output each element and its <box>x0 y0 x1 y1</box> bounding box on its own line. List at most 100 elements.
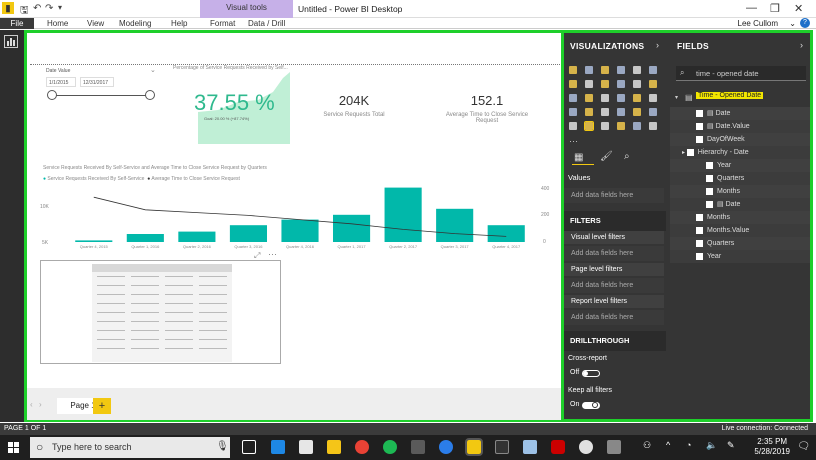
field-item[interactable]: Year <box>670 159 810 172</box>
fields-tab-icon[interactable]: ▦ <box>574 152 583 163</box>
visual-type-icon[interactable] <box>569 122 577 130</box>
pen-icon[interactable]: ✎ <box>727 440 735 451</box>
slicer-end-date[interactable]: 12/31/2017 <box>80 77 114 87</box>
file-explorer-icon[interactable] <box>327 440 341 454</box>
redo-icon[interactable]: ↷ <box>45 3 53 14</box>
spotify-icon[interactable] <box>383 440 397 454</box>
visual-type-icon[interactable] <box>601 94 609 102</box>
visual-type-icon[interactable] <box>633 94 641 102</box>
app-icon-4[interactable] <box>523 440 537 454</box>
visual-type-icon[interactable] <box>633 122 641 130</box>
undo-icon[interactable]: ↶ <box>33 3 41 14</box>
bar-7[interactable] <box>436 208 474 242</box>
visual-type-icon[interactable] <box>569 94 577 102</box>
app-icon-3[interactable] <box>495 440 509 454</box>
bar-8[interactable] <box>487 225 525 242</box>
page-level-filters[interactable]: Page level filters <box>564 263 664 277</box>
field-item[interactable]: ▸ Hierarchy - Date <box>670 146 810 159</box>
visual-type-icon[interactable] <box>569 66 577 74</box>
microphone-icon[interactable]: 🎙 <box>216 441 229 452</box>
collapse-viz-icon[interactable]: › <box>656 40 659 50</box>
prev-page-icon[interactable]: ‹ <box>30 400 33 409</box>
app-icon-6[interactable] <box>579 440 593 454</box>
bar-0[interactable] <box>75 240 113 242</box>
task-view-icon[interactable] <box>242 440 256 454</box>
tab-home[interactable]: Home <box>47 18 68 29</box>
slicer-start-handle[interactable] <box>47 90 57 100</box>
edge-icon[interactable] <box>271 440 285 454</box>
values-well[interactable]: Add data fields here <box>564 188 664 204</box>
fields-search-input[interactable]: time - opened date <box>676 66 806 81</box>
expand-table-icon[interactable]: ▾ <box>675 94 678 101</box>
page-filters-well[interactable]: Add data fields here <box>564 278 664 294</box>
field-item[interactable]: Quarters <box>670 172 810 185</box>
field-checkbox[interactable] <box>706 174 713 182</box>
app-icon-7[interactable] <box>607 440 621 454</box>
visual-type-icon[interactable] <box>617 94 625 102</box>
taskbar-search-input[interactable]: Type here to search <box>30 437 230 458</box>
tab-data-drill[interactable]: Data / Drill <box>248 18 285 29</box>
user-name[interactable]: Lee Cullom <box>738 18 778 29</box>
format-tab-icon[interactable]: 🖌 <box>600 151 613 162</box>
report-filters-well[interactable]: Add data fields here <box>564 310 664 326</box>
tab-modeling[interactable]: Modeling <box>119 18 151 29</box>
report-level-filters[interactable]: Report level filters <box>564 295 664 309</box>
tray-up-icon[interactable]: ^ <box>666 440 670 450</box>
field-item[interactable]: ▤ Date <box>670 198 810 211</box>
bar-6[interactable] <box>384 187 422 242</box>
field-item[interactable]: DayOfWeek <box>670 133 810 146</box>
visual-type-icon[interactable] <box>649 108 657 116</box>
visual-type-icon[interactable] <box>617 122 625 130</box>
analytics-tab-icon[interactable]: ⌕ <box>624 151 630 162</box>
field-checkbox[interactable] <box>696 135 703 143</box>
visual-type-icon[interactable] <box>633 80 641 88</box>
add-page-button[interactable]: + <box>93 398 111 414</box>
people-icon[interactable]: ⚇ <box>643 440 651 451</box>
field-checkbox[interactable] <box>696 213 703 221</box>
bar-5[interactable] <box>332 214 371 242</box>
bar-3[interactable] <box>229 225 268 242</box>
visual-level-filters[interactable]: Visual level filters <box>564 231 664 245</box>
visual-type-icon[interactable] <box>601 66 609 74</box>
visual-type-icon[interactable] <box>601 108 609 116</box>
slicer-start-date[interactable]: 1/1/2015 <box>46 77 76 87</box>
close-icon[interactable]: ✕ <box>794 2 803 15</box>
visual-type-icon[interactable] <box>649 80 657 88</box>
bar-1[interactable] <box>126 234 164 242</box>
field-item[interactable]: Months <box>670 185 810 198</box>
volume-icon[interactable]: 🔈 <box>706 440 717 451</box>
visual-type-icon[interactable] <box>633 108 641 116</box>
visual-type-icon[interactable] <box>633 66 641 74</box>
taskbar-clock[interactable]: 2:35 PM 5/28/2019 <box>754 437 790 457</box>
visual-type-icon[interactable] <box>569 80 577 88</box>
field-checkbox[interactable] <box>696 239 703 247</box>
chrome-icon[interactable] <box>355 440 369 454</box>
field-item[interactable]: ▤ Date <box>670 107 810 120</box>
more-visuals-icon[interactable]: ··· <box>569 136 578 146</box>
chevron-down-icon[interactable]: ⌄ <box>789 18 796 29</box>
report-view-icon[interactable] <box>4 35 18 48</box>
notifications-icon[interactable]: 🗨 <box>797 441 810 452</box>
tab-help[interactable]: Help <box>171 18 187 29</box>
minimize-icon[interactable]: — <box>746 2 757 14</box>
app-icon-1[interactable] <box>411 440 425 454</box>
tab-view[interactable]: View <box>87 18 104 29</box>
cross-report-toggle[interactable] <box>582 370 600 377</box>
visual-type-icon[interactable] <box>569 108 577 116</box>
bar-2[interactable] <box>178 231 216 242</box>
field-checkbox[interactable] <box>706 187 713 195</box>
collapse-fields-icon[interactable]: › <box>800 40 803 50</box>
field-checkbox[interactable] <box>696 122 703 130</box>
field-checkbox[interactable] <box>696 252 703 260</box>
app-icon-5[interactable] <box>551 440 565 454</box>
field-item[interactable]: Months.Value <box>670 224 810 237</box>
slicer-dropdown-icon[interactable]: ⌄ <box>150 66 156 74</box>
visual-type-icon[interactable] <box>601 122 609 130</box>
visual-filters-well[interactable]: Add data fields here <box>564 246 664 262</box>
field-checkbox[interactable] <box>696 109 703 117</box>
field-item[interactable]: Year <box>670 250 810 263</box>
visual-type-icon[interactable] <box>601 80 609 88</box>
visual-type-icon[interactable] <box>649 66 657 74</box>
quick-access-dropdown-icon[interactable]: ▾ <box>58 3 62 12</box>
help-icon[interactable]: ? <box>800 18 810 28</box>
